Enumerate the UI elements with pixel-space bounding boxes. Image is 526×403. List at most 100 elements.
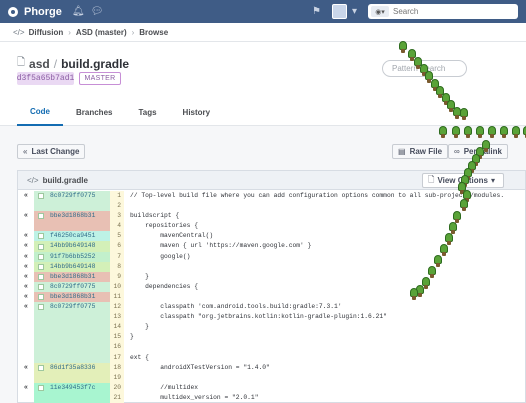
blame-commit-hash[interactable]: f46250ca9451: [50, 231, 95, 241]
blame-commit-hash[interactable]: 91f7b6bb5252: [50, 252, 95, 262]
line-number[interactable]: 7: [110, 251, 124, 262]
brand-name[interactable]: Phorge: [24, 6, 62, 18]
line-number[interactable]: 21: [110, 392, 124, 403]
code-line: 13 classpath "org.jetbrains.kotlin:kotli…: [18, 312, 525, 323]
tab-code[interactable]: Code: [17, 99, 63, 126]
bookmark-icon[interactable]: ⚑: [312, 6, 321, 17]
blame-previous-icon[interactable]: «: [18, 282, 34, 292]
chevron-down-icon[interactable]: ▾: [352, 6, 357, 17]
blame-previous-icon[interactable]: «: [18, 241, 34, 251]
code-line: «8c0729ff0775 1// Top-level build file wh…: [18, 191, 525, 202]
code-line: « bbe3d1868b31 11: [18, 291, 525, 303]
code-text: dependencies {: [130, 282, 199, 290]
code-text: androidXTestVersion = "1.4.0": [130, 363, 270, 371]
line-number[interactable]: 18: [110, 362, 124, 373]
avatar[interactable]: [331, 4, 347, 19]
blame-previous-icon[interactable]: «: [18, 272, 34, 282]
line-number[interactable]: 2: [110, 201, 124, 212]
blame-previous-icon[interactable]: «: [18, 302, 34, 312]
raw-file-button[interactable]: ▤ Raw File: [392, 144, 449, 159]
code-line: 2: [18, 201, 525, 212]
code-line: « 8c0729ff0775 12 classpath 'com.android.t…: [18, 302, 525, 313]
plant-sprite-icon: [486, 126, 498, 138]
blame-previous-icon[interactable]: «: [18, 262, 34, 272]
blame-commit-hash[interactable]: 86d1f35a8336: [50, 363, 95, 373]
line-number[interactable]: 15: [110, 332, 124, 343]
last-change-button[interactable]: « Last Change: [17, 144, 86, 159]
line-number[interactable]: 1: [110, 191, 124, 202]
line-number[interactable]: 20: [110, 382, 124, 393]
author-swatch: [38, 253, 44, 260]
tab-branches[interactable]: Branches: [63, 99, 125, 126]
blame-commit-hash[interactable]: bbe3d1868b31: [50, 292, 95, 302]
breadcrumb-browse: Browse: [139, 27, 169, 37]
line-number[interactable]: 11: [110, 291, 124, 303]
code-icon: </>: [13, 27, 25, 37]
chat-icon[interactable]: 💬︎: [91, 6, 104, 17]
blame-previous-icon[interactable]: «: [18, 211, 34, 221]
blame-cell: [34, 322, 110, 333]
blame-commit-hash[interactable]: 8c0729ff0775: [50, 282, 95, 292]
blame-previous-icon[interactable]: «: [18, 231, 34, 241]
bell-icon[interactable]: 🔔︎: [72, 6, 85, 17]
branch-badge[interactable]: MASTER: [79, 72, 121, 85]
code-line: « 86d1f35a8336 18 androidXTestVersion = "1…: [18, 362, 525, 373]
global-search: ◉▾: [368, 4, 518, 19]
line-number[interactable]: 17: [110, 352, 124, 363]
line-number[interactable]: 9: [110, 271, 124, 282]
blame-previous-icon[interactable]: «: [18, 191, 34, 201]
blame-commit-hash[interactable]: 14bb9b649148: [50, 241, 95, 251]
breadcrumb-repo[interactable]: ASD (master): [76, 28, 127, 37]
line-number[interactable]: 14: [110, 322, 124, 333]
breadcrumb-diffusion[interactable]: Diffusion: [29, 28, 64, 37]
title-repo[interactable]: asd: [29, 57, 50, 71]
commit-badge[interactable]: d3f5a65b7ad1: [17, 72, 74, 85]
line-number[interactable]: 3: [110, 211, 124, 222]
search-scope-icon[interactable]: ◉▾: [371, 6, 389, 17]
blame-previous-icon[interactable]: «: [18, 252, 34, 262]
phorge-logo-icon[interactable]: [8, 6, 18, 17]
line-number[interactable]: 5: [110, 231, 124, 242]
top-bar: Phorge 🔔︎ 💬︎ ⚑ ▾ ◉▾: [0, 0, 526, 23]
tab-history[interactable]: History: [170, 99, 224, 126]
blame-previous-icon: [18, 332, 34, 342]
code-line: 21 multidex_version = "2.0.1": [18, 392, 525, 403]
line-number[interactable]: 16: [110, 342, 124, 353]
caret-down-icon: ▾: [490, 176, 495, 185]
blame-cell: [34, 392, 110, 403]
blame-commit-hash[interactable]: 14bb9b649148: [50, 262, 95, 272]
plant-sprite-icon: [450, 126, 462, 138]
plant-sprite-icon: [521, 126, 526, 138]
blame-previous-icon[interactable]: «: [18, 383, 34, 393]
line-number[interactable]: 10: [110, 281, 124, 292]
line-number[interactable]: 13: [110, 312, 124, 323]
author-swatch: [38, 263, 44, 270]
blame-cell: [34, 201, 110, 212]
code-text: repositories {: [130, 222, 199, 230]
blame-commit-hash[interactable]: 8c0729ff0775: [50, 302, 95, 312]
code-panel: </> build.gradle 🗋 View Options ▾ « 8c072…: [17, 170, 526, 403]
blame-cell: 8c0729ff0775: [34, 302, 110, 313]
blame-commit-hash[interactable]: bbe3d1868b31: [50, 272, 95, 282]
blame-previous-icon[interactable]: «: [18, 363, 34, 373]
blame-previous-icon[interactable]: «: [18, 292, 34, 302]
plant-sprite-icon: [474, 126, 486, 138]
blame-commit-hash[interactable]: bbe3d1868b31: [50, 211, 95, 221]
line-number[interactable]: 6: [110, 241, 124, 252]
search-input[interactable]: [393, 7, 503, 16]
blame-cell: 14bb9b649148: [34, 261, 110, 272]
blame-cell: 14bb9b649148: [34, 241, 110, 252]
panel-title: build.gradle: [42, 175, 88, 185]
code-text: maven { url 'https://maven.google.com' }: [130, 242, 312, 250]
blame-cell: f46250ca9451: [34, 231, 110, 242]
tab-tags[interactable]: Tags: [125, 99, 169, 126]
blame-commit-hash[interactable]: 11e349453f7c: [50, 383, 95, 393]
page-title: 🗋 asd / build.gradle: [17, 55, 129, 72]
line-number[interactable]: 8: [110, 261, 124, 272]
line-number[interactable]: 19: [110, 372, 124, 383]
line-number[interactable]: 12: [110, 302, 124, 313]
plant-sprite-icon: [458, 108, 470, 120]
line-number[interactable]: 4: [110, 221, 124, 232]
blame-commit-hash[interactable]: 8c0729ff0775: [50, 191, 95, 201]
author-swatch: [38, 384, 44, 391]
